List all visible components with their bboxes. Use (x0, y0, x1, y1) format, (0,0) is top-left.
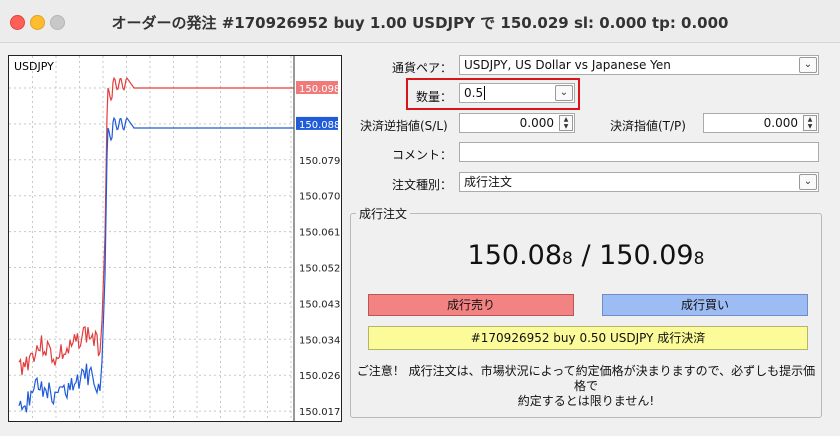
volume-combobox[interactable]: 0.5 ⌄ (459, 83, 575, 103)
market-order-group-title: 成行注文 (356, 205, 411, 222)
ask-price-tail: 8 (693, 249, 705, 269)
symbol-select-value: USDJPY, US Dollar vs Japanese Yen (464, 58, 671, 72)
price-axis-label: 150.052 (299, 264, 340, 275)
chevron-down-icon[interactable]: ⌄ (799, 57, 817, 73)
tp-spinner[interactable]: ▲ ▼ (803, 115, 817, 131)
bid-price-line (18, 116, 294, 413)
quote-separator: / (572, 240, 600, 271)
sell-by-market-button[interactable]: 成行売り (368, 294, 574, 316)
sl-value: 0.000 (519, 116, 554, 130)
market-order-notice: ご注意！ 成行注文は、市場状況によって約定価格が決まりますので、必ずしも提示価格… (356, 364, 816, 409)
chart-symbol: USDJPY (14, 60, 54, 73)
ask-price-line (18, 76, 294, 376)
price-axis-label: 150.061 (299, 228, 340, 239)
notice-line-2: 約定するとは限りません! (517, 394, 655, 408)
price-axis-label: 150.026 (299, 371, 340, 382)
price-axis-label: 150.098 (299, 84, 340, 95)
sl-label: 決済逆指値(S/L) (360, 119, 448, 133)
comment-label: コメント： (391, 148, 452, 162)
price-axis-label: 150.017 (299, 407, 340, 418)
tick-chart-canvas: 150.098 150.088 150.079 150.070 150.061 150.0… (9, 56, 340, 421)
order-type-select[interactable]: 成行注文 ⌄ (459, 172, 819, 192)
tick-chart: 150.098 150.088 150.079 150.070 150.061 150.0… (8, 55, 342, 422)
symbol-label: 通貨ペア： (391, 61, 452, 75)
price-axis-label: 150.088 (299, 120, 340, 131)
text-caret (484, 86, 486, 100)
comment-input[interactable] (459, 142, 819, 162)
order-type-label: 注文種別： (391, 178, 452, 192)
spin-up-icon[interactable]: ▲ (560, 116, 572, 123)
window-title: オーダーの発注 #170926952 buy 1.00 USDJPY で 150… (111, 14, 729, 32)
sl-input[interactable]: 0.000 ▲ ▼ (459, 113, 575, 133)
volume-label: 数量： (415, 90, 452, 104)
order-window: オーダーの発注 #170926952 buy 1.00 USDJPY で 150… (0, 0, 840, 436)
ask-price: 150.09 (599, 240, 694, 271)
tp-label: 決済指値(T/P) (610, 119, 686, 133)
bid-price-tail: 8 (562, 249, 573, 269)
price-axis-label: 150.079 (299, 156, 340, 167)
quote-display: 150.088 / 150.098 (350, 240, 822, 271)
tp-value: 0.000 (763, 116, 798, 130)
chevron-down-icon[interactable]: ⌄ (799, 174, 817, 190)
price-axis-label: 150.070 (299, 192, 340, 203)
order-type-value: 成行注文 (464, 175, 513, 189)
title-bar: オーダーの発注 #170926952 buy 1.00 USDJPY で 150… (0, 0, 840, 43)
bid-price: 150.08 (467, 240, 563, 271)
symbol-select[interactable]: USDJPY, US Dollar vs Japanese Yen ⌄ (459, 55, 819, 75)
spin-up-icon[interactable]: ▲ (804, 116, 816, 123)
tp-input[interactable]: 0.000 ▲ ▼ (703, 113, 819, 133)
notice-line-1: ご注意！ 成行注文は、市場状況によって約定価格が決まりますので、必ずしも提示価格… (356, 364, 816, 393)
chevron-down-icon[interactable]: ⌄ (555, 85, 573, 101)
spin-down-icon[interactable]: ▼ (804, 123, 816, 130)
volume-value: 0.5 (464, 86, 484, 100)
price-axis-label: 150.043 (299, 299, 340, 310)
close-position-button[interactable]: #170926952 buy 0.50 USDJPY 成行決済 (368, 326, 808, 350)
price-axis-label: 150.034 (299, 335, 340, 346)
spin-down-icon[interactable]: ▼ (560, 123, 572, 130)
buy-by-market-button[interactable]: 成行買い (602, 294, 808, 316)
sl-spinner[interactable]: ▲ ▼ (559, 115, 573, 131)
